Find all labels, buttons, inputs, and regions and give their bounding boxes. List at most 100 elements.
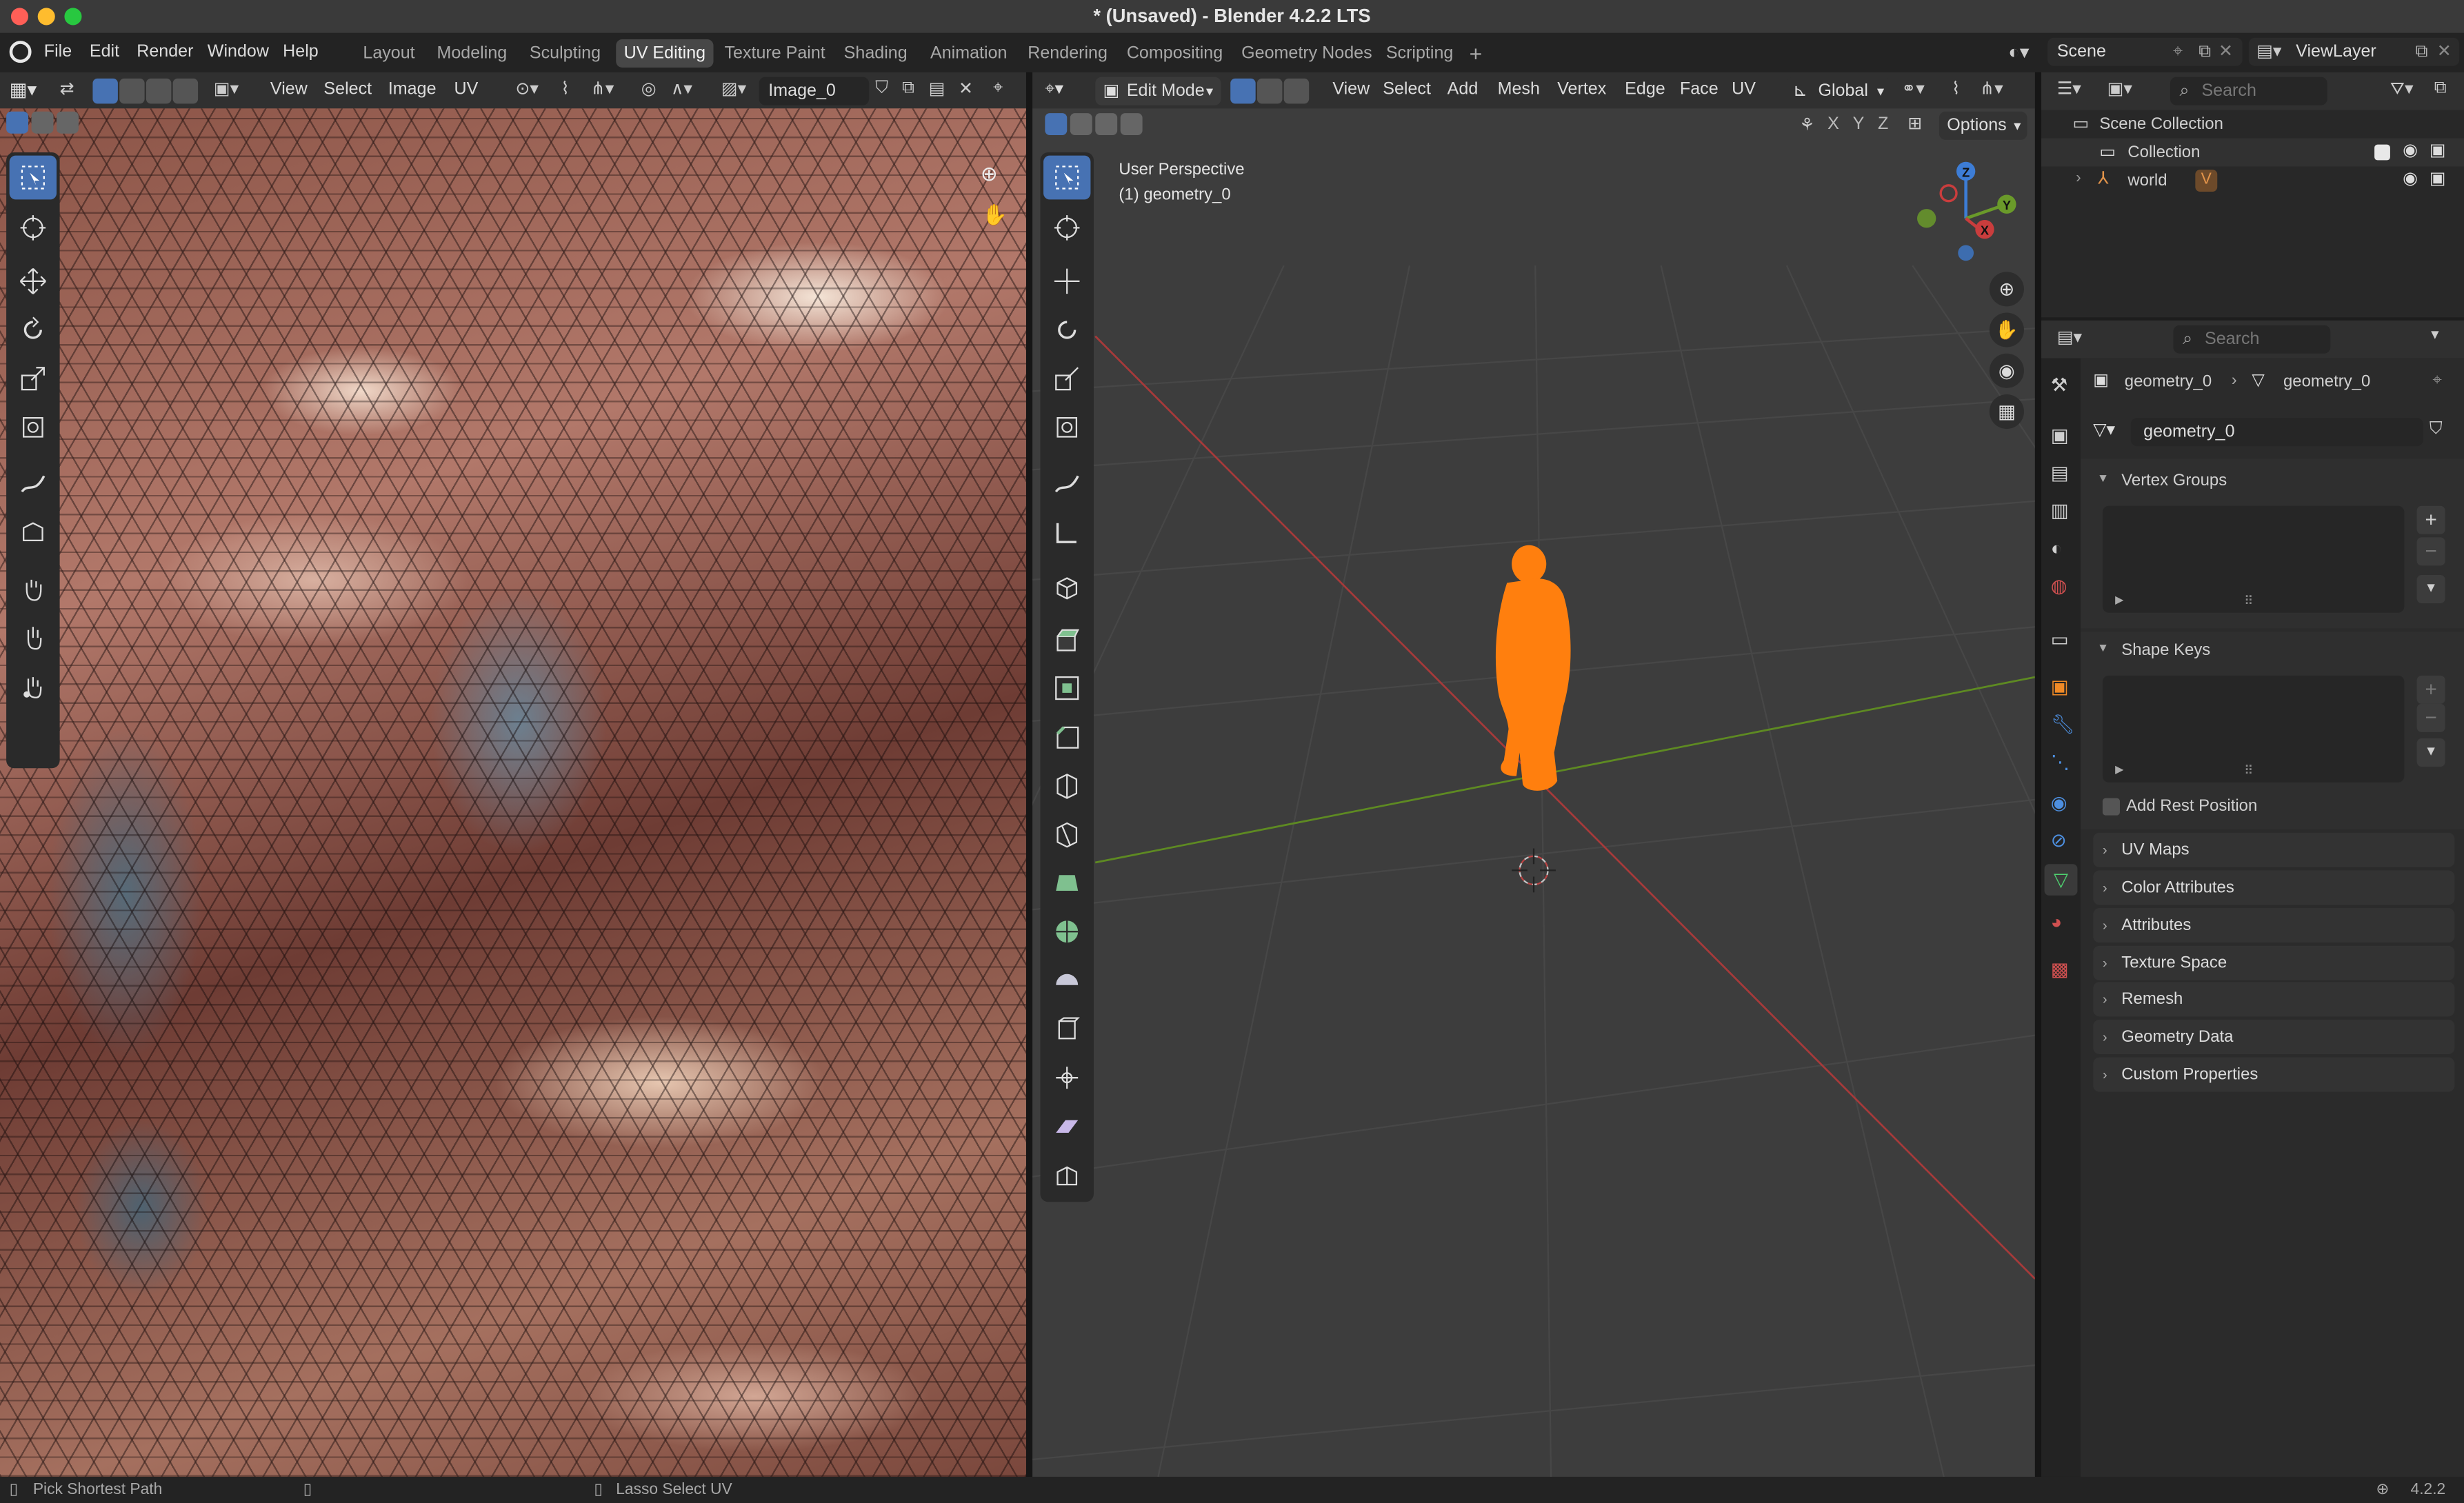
proportional-edit-icon[interactable]: ◎ [641, 79, 657, 99]
area-divider[interactable] [1025, 72, 1033, 1477]
smooth-tool[interactable] [1043, 958, 1090, 1002]
menu-window[interactable]: Window [208, 43, 269, 61]
object-tab-icon[interactable]: ▣ [2051, 676, 2069, 698]
orientation-selector[interactable]: ⊾ Global ▾ [1786, 77, 1891, 105]
rotate-tool[interactable] [10, 308, 57, 352]
perspective-toggle-icon[interactable]: ▦ [1989, 394, 2024, 430]
panel-geometry-data[interactable]: › Geometry Data [2093, 1019, 2455, 1055]
menu-render[interactable]: Render [137, 43, 193, 61]
falloff-icon[interactable]: ∧▾ [671, 79, 692, 99]
rip-region-tool[interactable] [1043, 1153, 1090, 1198]
grab-tool[interactable] [10, 567, 57, 612]
uv-menu-view[interactable]: View [264, 77, 314, 104]
edge-select-mode-button[interactable] [119, 78, 145, 104]
mode-selector[interactable]: ▣ Edit Mode ▾ [1095, 77, 1221, 105]
unlink-image-icon[interactable]: ✕ [959, 79, 973, 99]
chevron-down-icon[interactable]: ▾ [2431, 327, 2438, 344]
exclude-checkbox[interactable] [2374, 144, 2390, 161]
scene-selector[interactable]: Scene ⌖ ⧉ ✕ [2047, 37, 2243, 66]
pin-icon[interactable]: ⌖ [2173, 38, 2183, 66]
output-tab-icon[interactable]: ▤ [2051, 462, 2069, 484]
eye-icon[interactable]: ◉ [2403, 140, 2418, 160]
texture-tab-icon[interactable]: ▩ [2051, 958, 2069, 980]
panel-remesh[interactable]: › Remesh [2093, 982, 2455, 1017]
tab-shading[interactable]: Shading [836, 39, 915, 68]
area-divider[interactable] [2034, 72, 2042, 1477]
outliner-row-world[interactable]: › ⅄ world V ◉ ▣ [2041, 167, 2464, 195]
zoom-window-button[interactable] [64, 8, 82, 26]
outliner-search-field[interactable]: ⌕ Search [2170, 77, 2327, 105]
vertex-select-button[interactable] [1230, 78, 1256, 104]
panel-attributes[interactable]: › Attributes [2093, 908, 2455, 943]
vertex-group-specials-button[interactable]: ▾ [2416, 575, 2445, 604]
constraints-tab-icon[interactable]: ⊘ [2051, 829, 2067, 851]
bevel-tool[interactable] [1043, 715, 1090, 759]
blender-logo-icon[interactable] [9, 41, 32, 63]
cursor-tool[interactable] [1043, 206, 1090, 250]
collection-tab-icon[interactable]: ▭ [2051, 628, 2069, 650]
edge-slide-tool[interactable] [1043, 1007, 1090, 1051]
add-workspace-button[interactable]: + [1461, 39, 1490, 68]
tab-layout[interactable]: Layout [355, 39, 423, 68]
camera-icon[interactable]: ▣ [2430, 168, 2446, 188]
shape-keys-header[interactable]: ▾ Shape Keys [2093, 635, 2454, 667]
annotate-tool[interactable] [10, 462, 57, 506]
vertex-groups-list[interactable]: ▶ ⠿ [2102, 505, 2405, 613]
add-shape-key-button[interactable]: + [2416, 675, 2445, 704]
auto-merge-icon[interactable]: ⊞ [1907, 113, 1922, 133]
mirror-icon[interactable]: ⚘ [1799, 114, 1815, 135]
add-cube-tool[interactable] [1043, 565, 1090, 609]
uv-sync-selection-icon[interactable]: ⇄ [60, 79, 74, 99]
viewport-menu-add[interactable]: Add [1441, 77, 1485, 104]
grip-icon[interactable]: ⠿ [2244, 763, 2253, 778]
transform-tool[interactable] [1043, 405, 1090, 450]
menu-help[interactable]: Help [283, 43, 319, 61]
pivot-icon[interactable]: ⚭▾ [1901, 79, 1925, 99]
shrink-fatten-tool[interactable] [1043, 1056, 1090, 1100]
spin-tool[interactable] [1043, 909, 1090, 954]
tab-scripting[interactable]: Scripting [1378, 39, 1461, 68]
eye-icon[interactable]: ◉ [2403, 168, 2418, 188]
physics-tab-icon[interactable]: ◉ [2051, 791, 2067, 814]
face-select-mode-button[interactable] [146, 78, 172, 104]
scene-icon[interactable]: ◐▾ [2008, 41, 2043, 65]
viewport-menu-select[interactable]: Select [1376, 77, 1437, 104]
modifier-tab-icon[interactable]: 🔧︎ [2051, 714, 2075, 736]
panel-color-attributes[interactable]: › Color Attributes [2093, 870, 2455, 905]
data-tab-icon[interactable]: ▽ [2044, 864, 2078, 896]
shape-keys-list[interactable]: ▶ ⠿ [2102, 675, 2405, 783]
tab-geometry-nodes[interactable]: Geometry Nodes [1234, 39, 1380, 68]
move-tool[interactable] [10, 259, 57, 303]
cursor-tool[interactable] [10, 206, 57, 250]
viewport-menu-view[interactable]: View [1326, 77, 1376, 104]
uv-menu-uv[interactable]: UV [448, 77, 484, 104]
pinch-tool[interactable] [10, 665, 57, 709]
particles-tab-icon[interactable]: ⋱ [2051, 751, 2070, 773]
tab-sculpting[interactable]: Sculpting [522, 39, 609, 68]
face-select-button[interactable] [1283, 78, 1310, 104]
uv-menu-select[interactable]: Select [317, 77, 378, 104]
editor-type-icon[interactable]: ☰▾ [2057, 79, 2081, 99]
options-dropdown[interactable]: Options ▾ [1939, 111, 2027, 140]
viewport-menu-uv[interactable]: UV [1725, 77, 1762, 104]
select-subtract-icon[interactable] [1095, 113, 1118, 135]
grip-icon[interactable]: ⠿ [2244, 594, 2253, 608]
snap-icon[interactable]: ⌇ [1952, 79, 1960, 99]
vertex-select-mode-button[interactable] [92, 78, 118, 104]
view-layer-selector[interactable]: ▤▾ ViewLayer ⧉ ✕ [2248, 37, 2460, 66]
close-window-button[interactable] [10, 8, 29, 26]
pin-icon[interactable]: ⌖ [993, 79, 1003, 99]
edge-select-button[interactable] [1256, 78, 1283, 104]
panel-texture-space[interactable]: › Texture Space [2093, 945, 2455, 980]
select-box-tool[interactable] [9, 155, 57, 200]
properties-search-field[interactable]: ⌕ Search [2173, 325, 2331, 354]
menu-file[interactable]: File [44, 43, 72, 61]
mirror-x-toggle[interactable]: X [1827, 114, 1839, 133]
uv-menu-image[interactable]: Image [382, 77, 443, 104]
pan-hand-icon[interactable]: ✋ [1989, 312, 2024, 347]
play-icon[interactable]: ▶ [2115, 594, 2123, 607]
viewport-menu-face[interactable]: Face [1674, 77, 1725, 104]
sticky-selection-icon[interactable]: ▣▾ [214, 79, 239, 99]
tool-tab-icon[interactable]: ⚒ [2051, 374, 2068, 396]
transform-tool[interactable] [10, 405, 57, 450]
